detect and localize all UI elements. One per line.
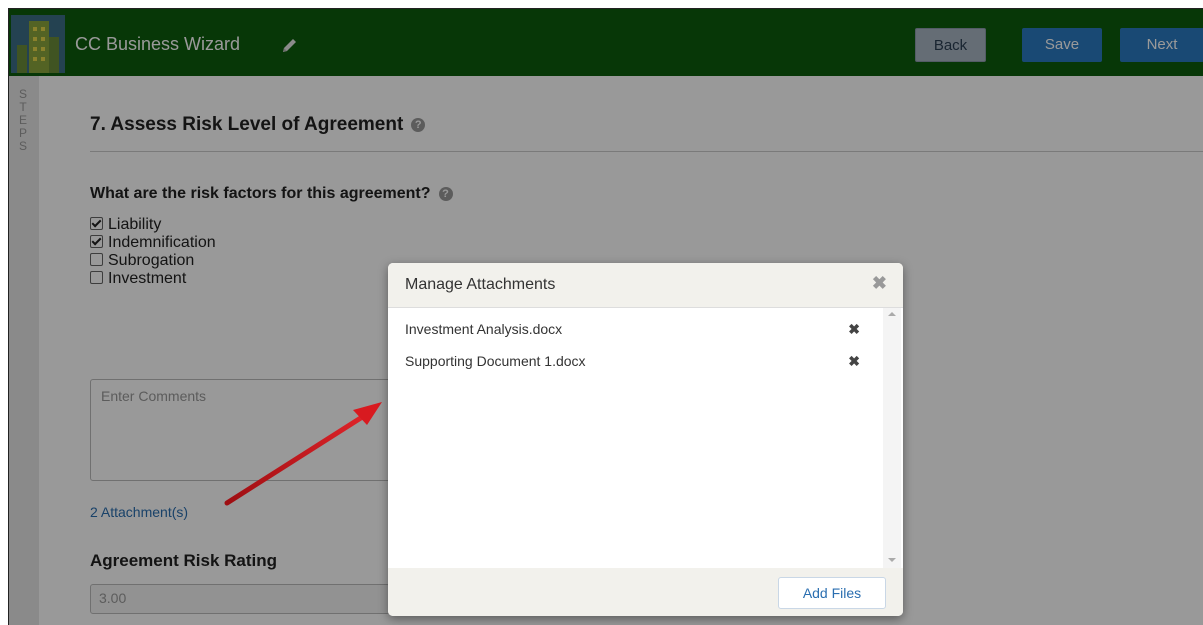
remove-x-icon[interactable]: ✖	[848, 321, 860, 338]
scroll-down-arrow-icon[interactable]	[888, 558, 896, 562]
attachment-name[interactable]: Investment Analysis.docx	[405, 321, 562, 337]
attachment-list: Investment Analysis.docx ✖ Supporting Do…	[388, 308, 903, 568]
dialog-header: Manage Attachments ✖	[388, 263, 903, 308]
dialog-title: Manage Attachments	[405, 276, 556, 293]
scrollbar[interactable]	[883, 308, 901, 568]
remove-x-icon[interactable]: ✖	[848, 353, 860, 370]
dialog-footer: Add Files	[388, 568, 903, 616]
list-item: Investment Analysis.docx ✖	[405, 321, 860, 341]
close-icon[interactable]: ✖	[872, 273, 887, 294]
list-item: Supporting Document 1.docx ✖	[405, 353, 860, 373]
add-files-button[interactable]: Add Files	[778, 577, 886, 609]
attachment-name[interactable]: Supporting Document 1.docx	[405, 353, 586, 369]
app-frame: CC Business Wizard Back Save Next S T E …	[8, 8, 1203, 625]
scroll-up-arrow-icon[interactable]	[888, 312, 896, 316]
manage-attachments-dialog: Manage Attachments ✖ Investment Analysis…	[388, 263, 903, 616]
